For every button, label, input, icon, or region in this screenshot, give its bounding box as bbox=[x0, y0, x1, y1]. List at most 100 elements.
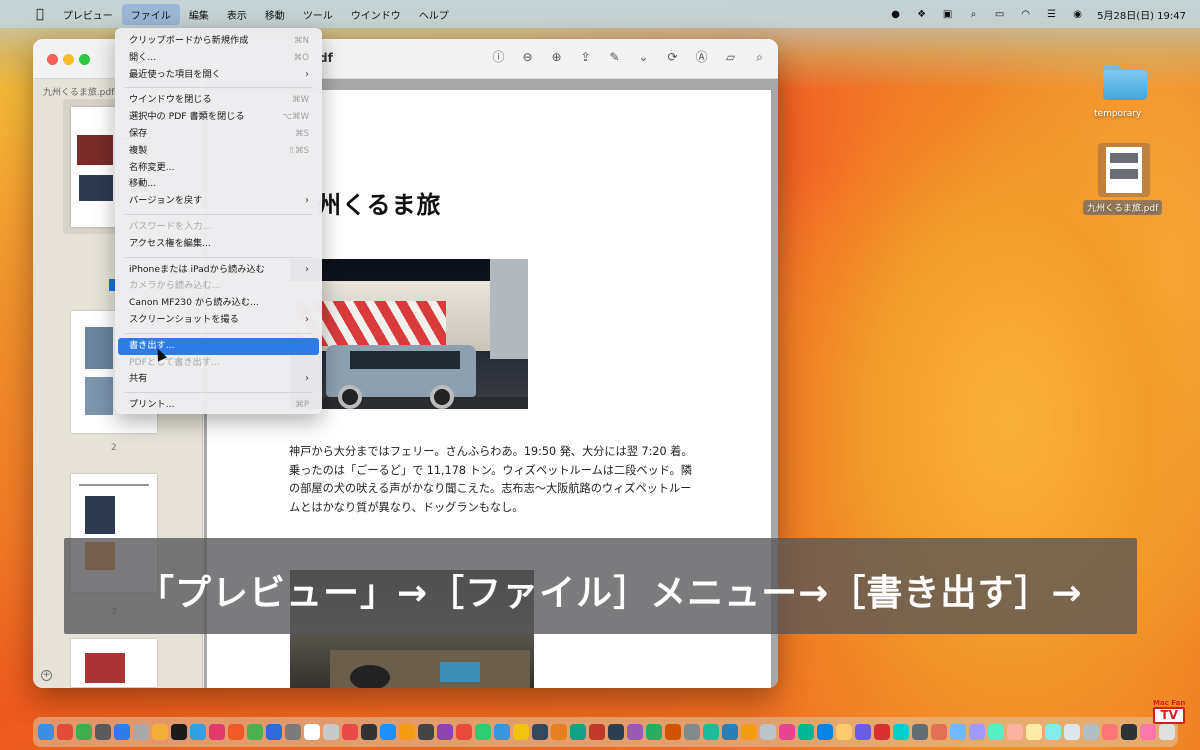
dock-app-icon[interactable] bbox=[76, 724, 92, 740]
dock-app-icon[interactable] bbox=[1121, 724, 1137, 740]
dock-app-icon[interactable] bbox=[836, 724, 852, 740]
dock-app-icon[interactable] bbox=[646, 724, 662, 740]
dock-app-icon[interactable] bbox=[418, 724, 434, 740]
rotate-icon[interactable]: ⟳ bbox=[664, 49, 681, 66]
search-icon[interactable]: ⌕ bbox=[967, 9, 980, 20]
share-icon[interactable]: ⇪ bbox=[577, 49, 594, 66]
dock-app-icon[interactable] bbox=[399, 724, 415, 740]
dock-app-icon[interactable] bbox=[1064, 724, 1080, 740]
dock-app-icon[interactable] bbox=[741, 724, 757, 740]
dock-app-icon[interactable] bbox=[931, 724, 947, 740]
menu-preview[interactable]: プレビュー bbox=[54, 4, 122, 25]
dock-app-icon[interactable] bbox=[988, 724, 1004, 740]
dock-app-icon[interactable] bbox=[342, 724, 358, 740]
file-menu-item[interactable]: 選択中の PDF 書類を閉じる ⌥⌘W bbox=[118, 109, 319, 126]
wifi-icon[interactable]: ◠ bbox=[1019, 9, 1032, 20]
dock-app-icon[interactable] bbox=[513, 724, 529, 740]
dock-app-icon[interactable] bbox=[1026, 724, 1042, 740]
file-menu-item[interactable]: 書き出す... bbox=[118, 337, 319, 355]
file-menu-item[interactable]: スクリーンショットを撮る › bbox=[118, 312, 319, 329]
desktop-pdf-file-label[interactable]: 九州くるま旅.pdf bbox=[1083, 200, 1163, 215]
dock-app-icon[interactable] bbox=[152, 724, 168, 740]
file-menu-item[interactable]: iPhoneまたは iPadから読み込む › bbox=[118, 262, 319, 279]
dock-app-icon[interactable] bbox=[38, 724, 54, 740]
dock-app-icon[interactable] bbox=[722, 724, 738, 740]
file-menu-item[interactable]: 複製 ⇧⌘S bbox=[118, 143, 319, 160]
menu-view[interactable]: 表示 bbox=[218, 4, 256, 25]
dock-app-icon[interactable] bbox=[912, 724, 928, 740]
file-menu-item[interactable]: 開く... ⌘O bbox=[118, 50, 319, 67]
dock-app-icon[interactable] bbox=[1083, 724, 1099, 740]
dock-app-icon[interactable] bbox=[589, 724, 605, 740]
dock-app-icon[interactable] bbox=[627, 724, 643, 740]
file-menu-item[interactable]: バージョンを戻す › bbox=[118, 193, 319, 210]
dock-app-icon[interactable] bbox=[893, 724, 909, 740]
desktop-folder-label[interactable]: temporary bbox=[1090, 108, 1145, 120]
dock-app-icon[interactable] bbox=[228, 724, 244, 740]
desktop-pdf-file-icon[interactable] bbox=[1098, 143, 1150, 197]
dock-app-icon[interactable] bbox=[665, 724, 681, 740]
desktop-folder-icon[interactable] bbox=[1100, 64, 1150, 100]
dock-app-icon[interactable] bbox=[494, 724, 510, 740]
apple-menu-icon[interactable]:  bbox=[0, 7, 54, 22]
chevron-down-icon[interactable]: ⌄ bbox=[635, 49, 652, 66]
zoom-out-icon[interactable]: ⊖ bbox=[519, 49, 536, 66]
dock-app-icon[interactable] bbox=[1007, 724, 1023, 740]
menu-bar-clock[interactable]: 5月28日(日) 19:47 bbox=[1097, 7, 1186, 22]
dock-app-icon[interactable] bbox=[950, 724, 966, 740]
add-page-icon[interactable]: + bbox=[41, 670, 52, 681]
dock-app-icon[interactable] bbox=[323, 724, 339, 740]
menu-tools[interactable]: ツール bbox=[294, 4, 342, 25]
dock-app-icon[interactable] bbox=[1159, 724, 1175, 740]
form-fill-icon[interactable]: ▱ bbox=[722, 49, 739, 66]
dock-app-icon[interactable] bbox=[684, 724, 700, 740]
dock-app-icon[interactable] bbox=[779, 724, 795, 740]
file-menu-item[interactable]: プリント... ⌘P bbox=[118, 397, 319, 414]
search-icon[interactable]: ⌕ bbox=[751, 49, 768, 66]
info-icon[interactable]: ⓘ bbox=[490, 49, 507, 66]
menu-edit[interactable]: 編集 bbox=[180, 4, 218, 25]
page-thumbnail-4[interactable] bbox=[71, 639, 157, 687]
dock-app-icon[interactable] bbox=[247, 724, 263, 740]
keyboard-input-icon[interactable]: ▣ bbox=[941, 9, 954, 20]
dock-app-icon[interactable] bbox=[133, 724, 149, 740]
dock-app-icon[interactable] bbox=[532, 724, 548, 740]
file-menu-item[interactable]: 名称変更... bbox=[118, 160, 319, 177]
file-menu-item[interactable]: 最近使った項目を開く › bbox=[118, 67, 319, 84]
dropbox-icon[interactable]: ❖ bbox=[915, 9, 928, 20]
annotate-icon[interactable]: Ⓐ bbox=[693, 49, 710, 66]
dock-app-icon[interactable] bbox=[874, 724, 890, 740]
file-menu-item[interactable]: 移動... bbox=[118, 176, 319, 193]
control-center-icon[interactable]: ☰ bbox=[1045, 9, 1058, 20]
siri-icon[interactable]: ◉ bbox=[1071, 9, 1084, 20]
dock-app-icon[interactable] bbox=[551, 724, 567, 740]
dock-app-icon[interactable] bbox=[114, 724, 130, 740]
dock-app-icon[interactable] bbox=[171, 724, 187, 740]
battery-icon[interactable]: ▭ bbox=[993, 9, 1006, 20]
dock-app-icon[interactable] bbox=[760, 724, 776, 740]
dock-app-icon[interactable] bbox=[817, 724, 833, 740]
dock-app-icon[interactable] bbox=[1102, 724, 1118, 740]
dock-app-icon[interactable] bbox=[285, 724, 301, 740]
dock-app-icon[interactable] bbox=[190, 724, 206, 740]
dock-app-icon[interactable] bbox=[570, 724, 586, 740]
close-window-button[interactable] bbox=[47, 54, 58, 65]
file-menu-item[interactable]: クリップボードから新規作成 ⌘N bbox=[118, 33, 319, 50]
dock-app-icon[interactable] bbox=[95, 724, 111, 740]
file-menu-item[interactable]: Canon MF230 から読み込む... bbox=[118, 295, 319, 312]
dock-app-icon[interactable] bbox=[361, 724, 377, 740]
dock-app-icon[interactable] bbox=[57, 724, 73, 740]
dock-app-icon[interactable] bbox=[456, 724, 472, 740]
zoom-window-button[interactable] bbox=[79, 54, 90, 65]
dock-app-icon[interactable] bbox=[1140, 724, 1156, 740]
zoom-in-icon[interactable]: ⊕ bbox=[548, 49, 565, 66]
dock-app-icon[interactable] bbox=[380, 724, 396, 740]
dock-app-icon[interactable] bbox=[437, 724, 453, 740]
file-menu-item[interactable]: 保存 ⌘S bbox=[118, 126, 319, 143]
dock-app-icon[interactable] bbox=[855, 724, 871, 740]
minimize-window-button[interactable] bbox=[63, 54, 74, 65]
dock-app-icon[interactable] bbox=[1045, 724, 1061, 740]
menu-window[interactable]: ウインドウ bbox=[342, 4, 410, 25]
dock-app-icon[interactable] bbox=[304, 724, 320, 740]
file-menu-item[interactable]: アクセス権を編集... bbox=[118, 236, 319, 253]
